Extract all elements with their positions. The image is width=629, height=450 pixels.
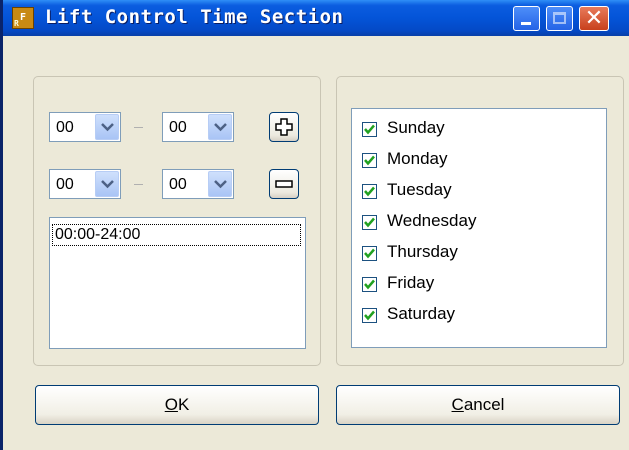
wednesday-label: Wednesday xyxy=(387,211,477,230)
range-separator xyxy=(134,127,143,128)
minimize-icon xyxy=(521,22,531,25)
window-title: Lift Control Time Section xyxy=(45,6,344,28)
close-icon: ✕ xyxy=(584,6,604,31)
end-hour-select-2[interactable]: 00 xyxy=(162,169,234,199)
range-separator xyxy=(134,184,143,185)
start-hour-select-1[interactable]: 00 xyxy=(49,112,121,142)
sunday-label: Sunday xyxy=(387,118,445,137)
ok-mnemonic: O xyxy=(164,395,178,414)
end-hour-value-2: 00 xyxy=(169,176,187,193)
monday-checkbox[interactable] xyxy=(362,153,377,168)
checkmark-icon xyxy=(364,248,375,259)
dropdown-arrow-icon[interactable] xyxy=(95,171,119,197)
cancel-label-rest: ancel xyxy=(463,395,505,414)
list-item[interactable]: 00:00-24:00 xyxy=(52,224,301,246)
end-hour-select-1[interactable]: 00 xyxy=(162,112,234,142)
checkmark-icon xyxy=(364,310,375,321)
dropdown-arrow-icon[interactable] xyxy=(208,171,232,197)
dropdown-arrow-icon[interactable] xyxy=(95,114,119,140)
remove-range-button[interactable] xyxy=(269,169,299,199)
start-hour-value-1: 00 xyxy=(56,119,74,136)
friday-checkbox[interactable] xyxy=(362,277,377,292)
minimize-button[interactable] xyxy=(513,6,540,31)
ok-button[interactable]: OK xyxy=(35,385,319,425)
time-range-list[interactable]: 00:00-24:00 xyxy=(49,217,306,349)
minus-icon xyxy=(275,180,293,188)
checkmark-icon xyxy=(364,155,375,166)
cancel-mnemonic: C xyxy=(451,395,464,414)
friday-label: Friday xyxy=(387,273,435,292)
checkmark-icon xyxy=(364,279,375,290)
start-hour-value-2: 00 xyxy=(56,176,74,193)
ok-label-rest: K xyxy=(177,395,190,414)
close-button[interactable]: ✕ xyxy=(579,6,609,31)
tuesday-label: Tuesday xyxy=(387,180,452,199)
thursday-label: Thursday xyxy=(387,242,458,261)
checkmark-icon xyxy=(364,124,375,135)
monday-label: Monday xyxy=(387,149,448,168)
tuesday-checkbox[interactable] xyxy=(362,184,377,199)
checkmark-icon xyxy=(364,217,375,228)
plus-icon xyxy=(275,118,293,136)
start-hour-select-2[interactable]: 00 xyxy=(49,169,121,199)
checkmark-icon xyxy=(364,186,375,197)
cancel-button[interactable]: Cancel xyxy=(336,385,620,425)
maximize-icon xyxy=(553,12,566,24)
maximize-button[interactable] xyxy=(546,6,573,31)
add-range-button[interactable] xyxy=(269,112,299,142)
dialog-window: FR Lift Control Time Section ✕ 00 00 00 xyxy=(0,0,629,450)
saturday-checkbox[interactable] xyxy=(362,308,377,323)
weekday-checklist[interactable]: Sunday Monday Tuesday Wednesday Thursday… xyxy=(351,108,607,348)
wednesday-checkbox[interactable] xyxy=(362,215,377,230)
dropdown-arrow-icon[interactable] xyxy=(208,114,232,140)
thursday-checkbox[interactable] xyxy=(362,246,377,261)
saturday-label: Saturday xyxy=(387,304,456,323)
title-bar[interactable]: FR Lift Control Time Section ✕ xyxy=(3,0,629,36)
sunday-checkbox[interactable] xyxy=(362,122,377,137)
app-icon: FR xyxy=(12,7,34,29)
end-hour-value-1: 00 xyxy=(169,119,187,136)
